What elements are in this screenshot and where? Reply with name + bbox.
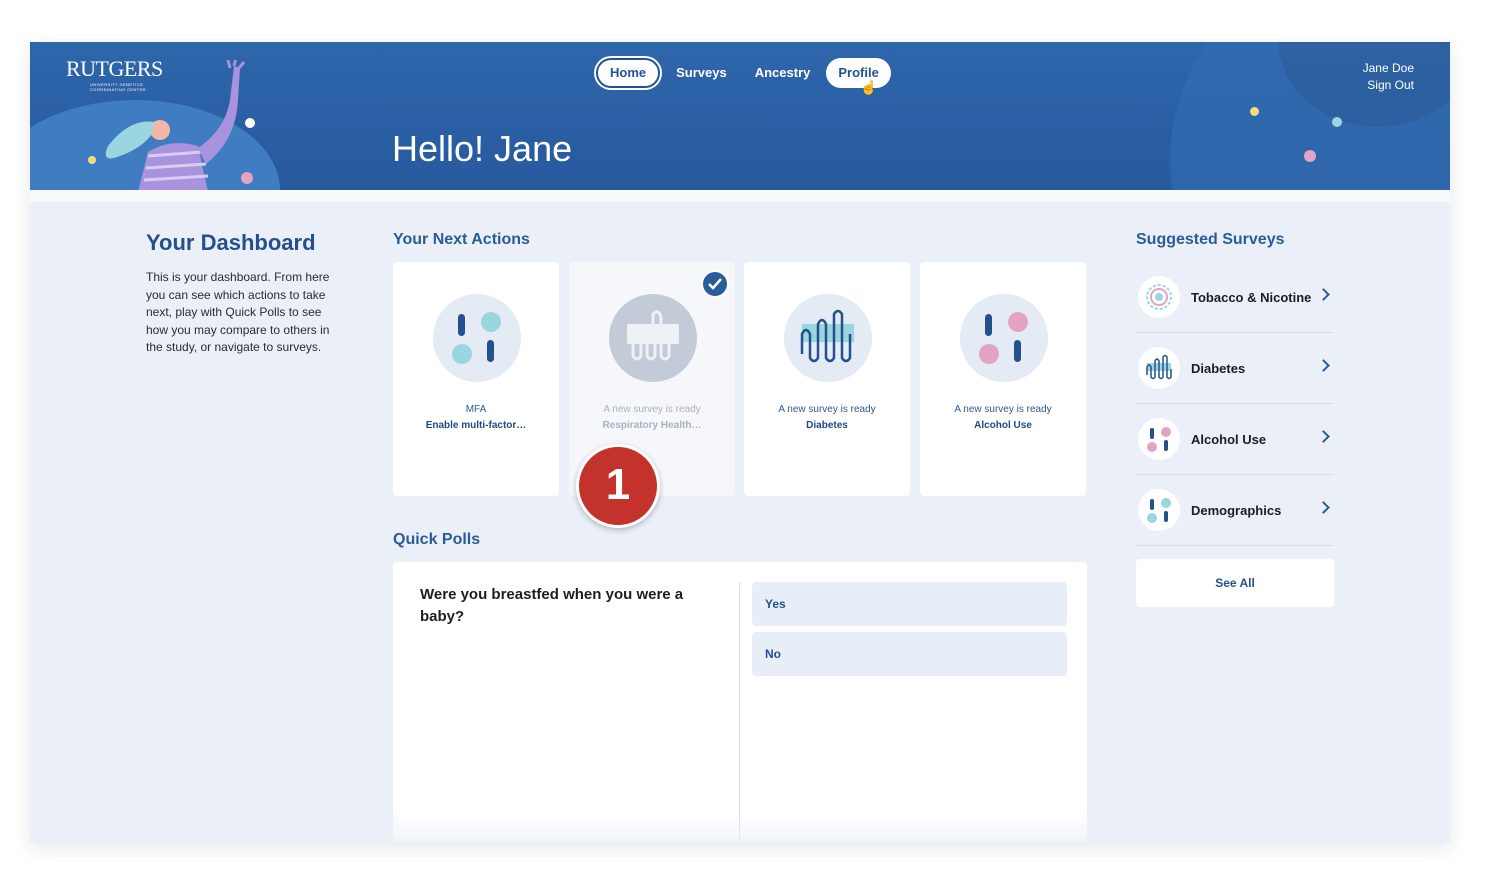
action-card-subtitle: A new survey is ready	[954, 404, 1052, 415]
action-card-title: Enable multi-factor…	[425, 420, 527, 431]
lungs-icon	[609, 294, 697, 382]
header-banner: RUTGERS UNIVERSITY GENETICS COORDINATING…	[30, 42, 1450, 190]
sign-out-link[interactable]: Sign Out	[1363, 77, 1414, 94]
diabetes-chart-icon	[1138, 347, 1180, 389]
user-name[interactable]: Jane Doe	[1363, 60, 1414, 77]
chevron-right-icon	[1317, 288, 1330, 301]
action-card-subtitle: MFA	[465, 404, 487, 415]
action-card-title: Alcohol Use	[974, 420, 1032, 431]
suggested-item-alcohol[interactable]: Alcohol Use	[1136, 404, 1334, 475]
rutgers-logo[interactable]: RUTGERS UNIVERSITY GENETICS COORDINATING…	[66, 56, 163, 92]
greeting-heading: Hello! Jane	[392, 128, 573, 169]
nav-surveys[interactable]: Surveys	[664, 58, 739, 88]
tobacco-target-icon	[1138, 276, 1180, 318]
suggested-item-diabetes[interactable]: Diabetes	[1136, 333, 1334, 404]
hand-cursor-icon: ☝	[860, 79, 878, 95]
suggested-item-label: Demographics	[1191, 503, 1282, 518]
action-card-subtitle: A new survey is ready	[778, 404, 876, 415]
next-actions-title: Your Next Actions	[393, 231, 530, 248]
chevron-right-icon	[1317, 359, 1330, 372]
action-card-title: Diabetes	[806, 420, 848, 431]
suggested-item-label: Alcohol Use	[1191, 432, 1267, 447]
dashboard-description: This is your dashboard. From here you ca…	[146, 270, 330, 354]
decor-dot	[1304, 150, 1316, 162]
suggested-item-demographics[interactable]: Demographics	[1136, 475, 1334, 546]
pills-icon	[433, 294, 521, 382]
see-all-button[interactable]: See All	[1136, 559, 1334, 607]
top-nav: Home Surveys Ancestry Profile ☝	[596, 58, 895, 95]
user-menu: Jane Doe Sign Out	[1363, 60, 1414, 94]
poll-option-yes[interactable]: Yes	[752, 582, 1067, 626]
diabetes-chart-icon	[784, 294, 872, 382]
chevron-right-icon	[1317, 430, 1330, 443]
decor-dot	[1250, 107, 1259, 116]
poll-question: Were you breastfed when you were a baby?	[420, 586, 684, 625]
action-card-title: Respiratory Health…	[602, 420, 702, 431]
action-card-diabetes[interactable]: A new survey is ready Diabetes	[744, 262, 910, 496]
action-card-subtitle: A new survey is ready	[603, 404, 701, 415]
nav-profile[interactable]: Profile ☝	[826, 58, 891, 95]
nav-ancestry[interactable]: Ancestry	[743, 58, 823, 88]
nav-home[interactable]: Home	[596, 58, 661, 88]
alcohol-pills-icon	[1138, 418, 1180, 460]
checkmark-icon	[701, 270, 729, 298]
action-card-mfa[interactable]: MFA Enable multi-factor…	[393, 262, 559, 496]
suggested-item-label: Tobacco & Nicotine	[1191, 290, 1312, 305]
decor-dot	[1332, 117, 1342, 127]
poll-divider	[739, 582, 740, 842]
alcohol-pills-icon	[960, 294, 1048, 382]
poll-option-no[interactable]: No	[752, 632, 1067, 676]
action-card-alcohol[interactable]: A new survey is ready Alcohol Use	[920, 262, 1086, 496]
header-divider	[30, 190, 1450, 202]
step-number-badge: 1	[576, 444, 660, 528]
suggested-item-label: Diabetes	[1191, 361, 1246, 376]
quick-poll-card: Were you breastfed when you were a baby?…	[393, 562, 1087, 842]
dashboard-title: Your Dashboard	[146, 230, 316, 255]
demographics-pills-icon	[1138, 489, 1180, 531]
chevron-right-icon	[1317, 501, 1330, 514]
suggested-surveys-title: Suggested Surveys	[1136, 231, 1285, 248]
app-window: RUTGERS UNIVERSITY GENETICS COORDINATING…	[30, 42, 1450, 842]
quick-polls-title: Quick Polls	[393, 531, 481, 548]
suggested-item-tobacco[interactable]: Tobacco & Nicotine	[1136, 262, 1334, 333]
